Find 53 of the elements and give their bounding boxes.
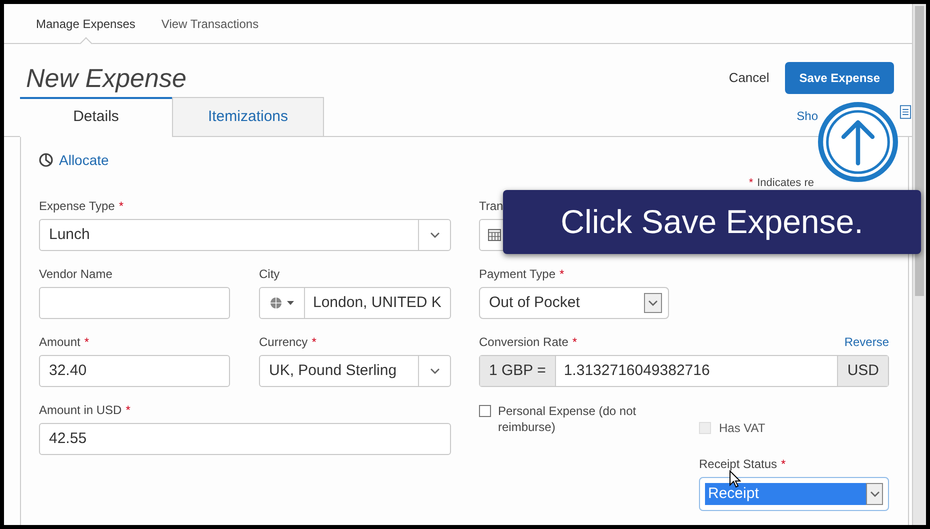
required-mark: * [312, 334, 316, 351]
required-note: Indicates re [757, 176, 814, 190]
select-field[interactable]: Out of Pocket [479, 287, 669, 319]
field-label: Vendor Name [39, 266, 112, 283]
input-field[interactable]: 32.40 [39, 355, 230, 387]
chevron-down-icon [430, 368, 440, 374]
reverse-link[interactable]: Reverse [844, 333, 889, 351]
checkbox-label: Personal Expense (do not reimburse) [498, 403, 638, 436]
required-mark: * [84, 334, 90, 351]
pie-chart-icon [39, 153, 53, 167]
field-label: Amount [39, 334, 80, 351]
city-field[interactable]: London, UNITED K [259, 287, 451, 319]
required-mark: * [118, 198, 124, 215]
checkbox-label: Has VAT [719, 420, 766, 437]
nav-tab[interactable]: View Transactions [161, 4, 259, 43]
select-field[interactable]: Lunch [39, 219, 451, 251]
cancel-button[interactable]: Cancel [728, 68, 770, 88]
arrow-up-circle-icon [818, 102, 898, 182]
field-label: Payment Type [479, 266, 556, 283]
input-field[interactable] [39, 287, 230, 319]
chevron-down-icon [430, 232, 440, 238]
required-mark: * [781, 456, 786, 473]
required-mark: * [572, 334, 578, 351]
select-field[interactable]: UK, Pound Sterling [259, 355, 451, 387]
required-mark: * [748, 176, 754, 190]
globe-icon [270, 297, 282, 309]
field-label: Conversion Rate [479, 334, 568, 351]
scrollbar[interactable] [912, 4, 926, 525]
required-mark: * [560, 266, 564, 283]
cursor-icon [729, 470, 741, 488]
caret-icon [287, 301, 294, 305]
allocate-link[interactable]: Allocate [59, 150, 109, 170]
show-link[interactable]: Sho [796, 107, 818, 125]
required-mark: * [126, 402, 130, 419]
chevron-down-icon [648, 300, 658, 306]
document-icon [900, 104, 911, 120]
input-field[interactable]: 42.55 [39, 423, 451, 455]
field-label: Tran [479, 198, 504, 215]
tab[interactable]: Details [20, 97, 172, 137]
field-label: Receipt Status [699, 456, 778, 473]
checkbox[interactable] [479, 405, 491, 417]
field-label: City [259, 266, 280, 283]
field-label: Expense Type [39, 198, 115, 215]
field-label: Currency [259, 334, 308, 351]
chevron-down-icon [870, 491, 880, 497]
calendar-icon [488, 229, 501, 241]
save-button[interactable]: Save Expense [785, 62, 894, 94]
nav-tab[interactable]: Manage Expenses [36, 4, 136, 43]
tab[interactable]: Itemizations [172, 97, 324, 137]
field-label: Amount in USD [39, 402, 122, 419]
page-title: New Expense [26, 62, 186, 94]
instruction-tooltip: Click Save Expense. [503, 190, 921, 254]
select-field[interactable]: Receipt [699, 477, 889, 511]
